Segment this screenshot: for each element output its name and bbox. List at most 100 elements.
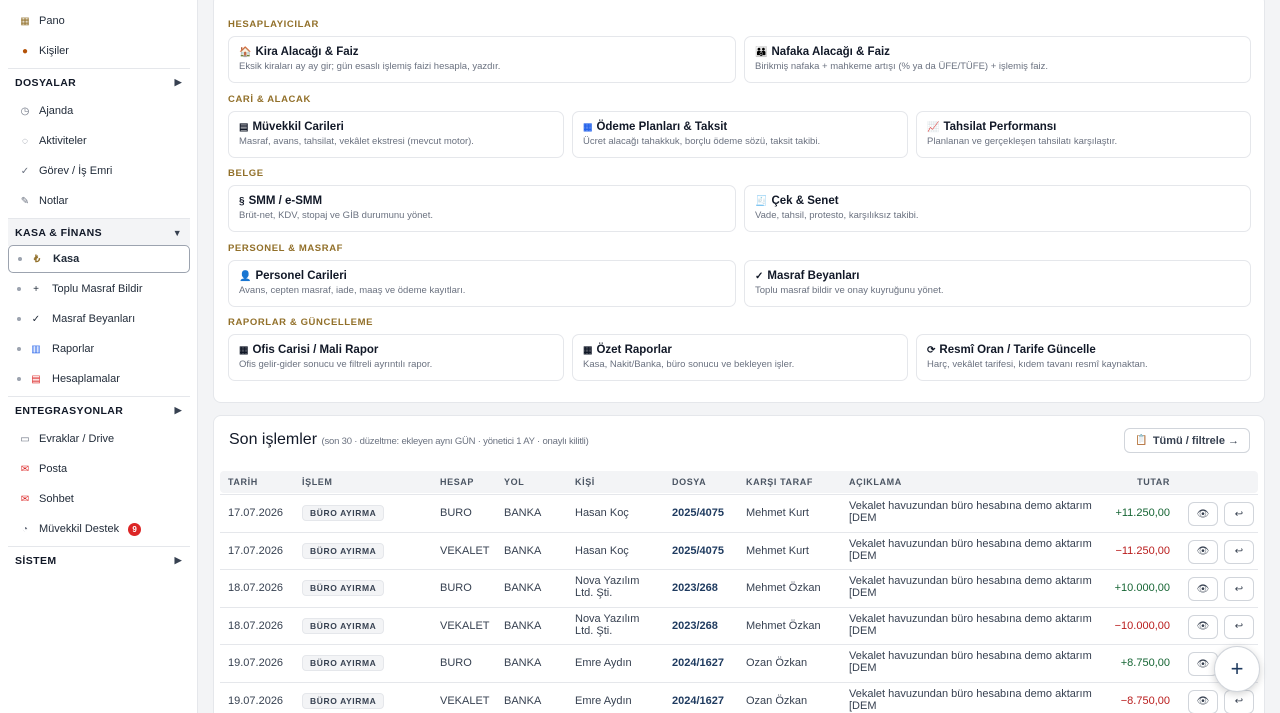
sidebar-item-label: Sohbet [39, 493, 74, 505]
sidebar-section-dosyalar[interactable]: DOSYALAR ▶ [8, 68, 190, 96]
sidebar-item-gorev[interactable]: ✓ Görev / İş Emri [8, 157, 190, 185]
cell-karsi-taraf: Ozan Özkan [746, 657, 808, 669]
col-tarih: TARİH [228, 477, 258, 487]
sidebar-section-kasa-finans[interactable]: KASA & FİNANS ▼ [8, 218, 190, 246]
revert-button[interactable]: ↩ [1224, 577, 1254, 601]
tile-desc: Brüt-net, KDV, stopaj ve GİB durumunu yö… [239, 210, 433, 221]
sidebar-item-hesaplamalar[interactable]: ▤ Hesaplamalar [8, 365, 190, 393]
sidebar-item-raporlar[interactable]: ▥ Raporlar [8, 335, 190, 363]
tile-odeme[interactable]: ▦ Ödeme Planları & Taksit Ücret alacağı t… [572, 111, 908, 158]
tile-title: Özet Raporlar [596, 344, 672, 356]
islem-badge: BÜRO AYIRMA [302, 505, 385, 521]
undo-icon: ↩ [1234, 621, 1244, 632]
bullet-dot [18, 257, 22, 261]
trend-chart-icon: 📈 [927, 121, 940, 133]
view-button[interactable]: 👁 [1188, 689, 1218, 713]
sidebar-item-muvekkil-destek[interactable]: ◔ Müvekkil Destek 9 [8, 515, 190, 543]
group-title-raporlar: RAPORLAR & GÜNCELLEME [228, 317, 374, 328]
tile-title: Ödeme Planları & Taksit [596, 121, 728, 133]
section-label: KASA & FİNANS [15, 226, 103, 239]
add-fab-button[interactable]: + [1214, 646, 1260, 692]
sidebar-item-ajanda[interactable]: ◷ Ajanda [8, 97, 190, 125]
sidebar-item-toplu-masraf[interactable]: + Toplu Masraf Bildir [8, 275, 190, 303]
islem-badge: BÜRO AYIRMA [302, 617, 385, 634]
sidebar-item-masraf-beyanlari[interactable]: ✓ Masraf Beyanları [8, 305, 190, 333]
sidebar-item-label: Masraf Beyanları [52, 313, 136, 325]
cell-dosya-link[interactable]: 2024/1627 [672, 657, 724, 669]
sidebar-item-label: Görev / İş Emri [39, 165, 113, 177]
cell-dosya-link[interactable]: 2023/268 [672, 582, 718, 594]
table-row: 17.07.2026 BÜRO AYIRMA BURO BANKA Hasan Koç 2… [220, 494, 1258, 532]
cell-dosya-link[interactable]: 2025/4075 [672, 545, 724, 557]
tile-title: Tahsilat Performansı [943, 121, 1057, 133]
revert-button[interactable]: ↩ [1224, 614, 1254, 639]
tile-ofis-cari[interactable]: ▦ Ofis Carisi / Mali Rapor Ofis gelir-gid… [228, 334, 564, 381]
sidebar-item-pano[interactable]: ▦ Pano [8, 7, 190, 35]
group-title-cari: CARİ & ALACAK [228, 94, 311, 105]
tile-resmi-oran[interactable]: ⟳ Resmî Oran / Tarife Güncelle Harç, vekâ… [916, 334, 1251, 381]
tile-cek[interactable]: 🧾 Çek & Senet Vade, tahsil, protesto, kar… [744, 185, 1251, 232]
tile-ozet[interactable]: ▦ Özet Raporlar Kasa, Nakit/Banka, büro s… [572, 334, 908, 381]
view-button[interactable]: 👁 [1188, 502, 1218, 526]
group-title-hesaplayicilar: HESAPLAYICILAR [228, 19, 319, 30]
tile-nafaka[interactable]: 👪 Nafaka Alacağı & Faiz Birikmiş nafaka +… [744, 36, 1251, 83]
aciklama-line-2: [DEM [849, 699, 877, 712]
cell-hesap: VEKALET [440, 619, 490, 632]
view-button[interactable]: 👁 [1188, 577, 1218, 601]
sidebar-item-evraklar[interactable]: ▭ Evraklar / Drive [8, 425, 190, 453]
cell-hesap: BURO [440, 507, 472, 519]
sidebar-item-sohbet[interactable]: ✉ Sohbet [8, 485, 190, 513]
tile-tahsilat[interactable]: 📈 Tahsilat Performansı Planlanan ve gerçe… [916, 111, 1251, 158]
revert-button[interactable]: ↩ [1224, 539, 1254, 564]
sidebar-item-aktiviteler[interactable]: ◌ Aktiviteler [8, 127, 190, 155]
cell-hesap: BURO [440, 582, 472, 594]
tile-title: Resmî Oran / Tarife Güncelle [939, 344, 1096, 356]
view-button[interactable]: 👁 [1188, 539, 1218, 564]
tile-muvekkil-cari[interactable]: ▤ Müvekkil Carileri Masraf, avans, tahsil… [228, 111, 564, 158]
sidebar-item-label: Kasa [53, 253, 80, 265]
aciklama-line-2: [DEM [849, 662, 877, 674]
revert-button[interactable]: ↩ [1224, 689, 1254, 713]
cell-dosya-link[interactable]: 2025/4075 [672, 507, 724, 519]
tile-desc: Harç, vekâlet tarifesi, kıdem tavanı res… [927, 359, 1148, 370]
recent-title-text: Son işlemler [229, 431, 318, 448]
col-tutar: TUTAR [1137, 477, 1170, 487]
cell-tutar: +8.750,00 [1120, 657, 1170, 669]
sidebar-section-entegrasyonlar[interactable]: ENTEGRASYONLAR ▶ [8, 396, 190, 424]
people-icon: ● [21, 45, 29, 57]
sidebar-item-label: Aktiviteler [39, 135, 87, 147]
tile-masraf-beyan[interactable]: ✓ Masraf Beyanları Toplu masraf bildir ve… [744, 260, 1251, 307]
cell-kisi: Emre Aydın [575, 657, 632, 669]
sidebar-item-notlar[interactable]: ✎ Notlar [8, 187, 190, 215]
cell-hesap: BURO [440, 657, 472, 669]
tile-desc: Vade, tahsil, protesto, karşılıksız taki… [755, 210, 919, 221]
cell-hesap: VEKALET [440, 694, 490, 707]
section-label: DOSYALAR [15, 76, 77, 89]
col-islem: İŞLEM [302, 477, 333, 487]
revert-button[interactable]: ↩ [1224, 502, 1254, 526]
tile-desc: Eksik kiraları ay ay gir; gün esaslı işl… [239, 61, 501, 72]
tile-personel-cari[interactable]: 👤 Personel Carileri Avans, cepten masraf,… [228, 260, 736, 307]
tile-kira[interactable]: 🏠 Kira Alacağı & Faiz Eksik kiraları ay a… [228, 36, 736, 83]
sidebar-item-label: Posta [39, 463, 68, 475]
all-filter-button[interactable]: 📋 Tümü / filtrele → [1124, 428, 1250, 453]
sidebar-item-kisiler[interactable]: ● Kişiler [8, 37, 190, 65]
cell-dosya-link[interactable]: 2024/1627 [672, 695, 724, 707]
sidebar-item-posta[interactable]: ✉ Posta [8, 455, 190, 483]
recent-title: Son işlemler (son 30 · düzeltme: ekleyen… [229, 431, 589, 449]
cell-karsi-taraf: Mehmet Kurt [746, 544, 809, 557]
cell-dosya-link[interactable]: 2023/268 [672, 620, 718, 632]
table-row: 18.07.2026 BÜRO AYIRMA VEKALET BANKA Nova Ya… [220, 606, 1258, 645]
eye-icon: 👁 [1196, 621, 1210, 632]
col-hesap: HESAP [440, 477, 475, 487]
dashboard-icon: ▦ [20, 15, 30, 27]
sidebar-section-sistem[interactable]: SİSTEM ▶ [8, 546, 190, 574]
sidebar-item-label: Kişiler [39, 45, 69, 57]
tile-title: Çek & Senet [771, 195, 839, 207]
view-button[interactable]: 👁 [1188, 614, 1218, 639]
tile-title: SMM / e-SMM [248, 195, 323, 207]
cell-tutar: +10.000,00 [1114, 582, 1170, 594]
tile-smm[interactable]: § SMM / e-SMM Brüt-net, KDV, stopaj ve Gİ… [228, 185, 736, 232]
tile-title: Kira Alacağı & Faiz [255, 46, 359, 58]
sidebar-item-kasa[interactable]: ₺ Kasa [8, 245, 190, 273]
